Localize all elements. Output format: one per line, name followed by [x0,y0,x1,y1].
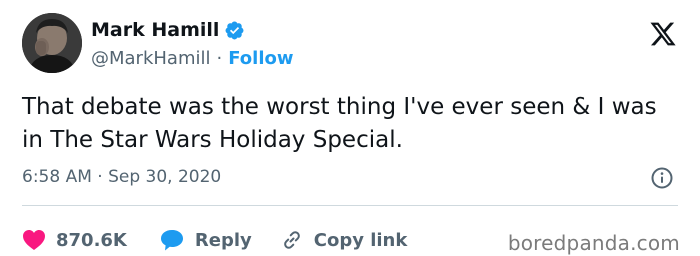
follow-button[interactable]: Follow [228,48,293,69]
author-handle-row: @MarkHamill · Follow [91,48,294,69]
copy-link-button[interactable]: Copy link [280,228,408,252]
heart-icon [23,230,45,250]
like-button[interactable]: 870.6K [22,229,127,251]
likes-count: 870.6K [56,229,127,251]
separator-dot: · [216,48,223,69]
action-bar: 870.6K Reply Copy link [22,228,407,252]
divider [22,205,678,206]
copy-link-label: Copy link [313,229,408,251]
watermark: boredpanda.com [507,231,680,255]
tweet-text: That debate was the worst thing I've eve… [22,94,657,153]
author-handle[interactable]: @MarkHamill [91,48,211,69]
avatar-photo [22,13,82,73]
x-logo-icon[interactable] [648,20,678,48]
verified-badge-icon [224,20,245,41]
reply-label: Reply [194,229,252,251]
link-icon [283,231,300,249]
reply-button[interactable]: Reply [159,228,252,252]
info-icon[interactable] [650,166,674,190]
avatar[interactable] [22,13,82,73]
tweet-card: Mark Hamill @MarkHamill · Follow That de… [0,0,700,256]
reply-bubble-icon [160,230,183,251]
author-name-row: Mark Hamill [91,19,245,41]
tweet-timestamp[interactable]: 6:58 AM · Sep 30, 2020 [22,167,221,187]
author-name[interactable]: Mark Hamill [91,19,219,41]
